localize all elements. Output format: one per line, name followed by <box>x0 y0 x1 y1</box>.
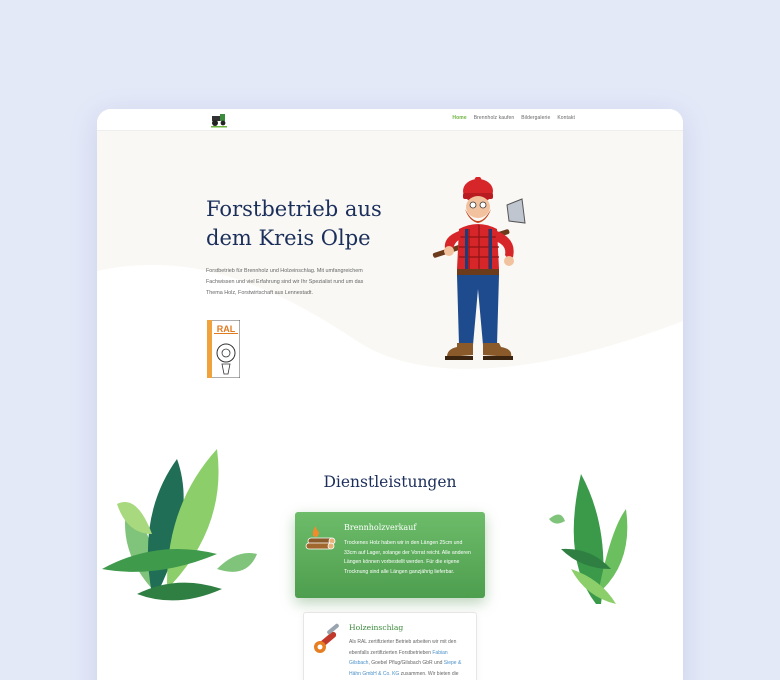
ral-label: RAL <box>217 324 236 334</box>
service-card-brennholzverkauf[interactable]: Brennholzverkauf Trockenes Holz haben wi… <box>295 512 485 598</box>
firewood-icon <box>305 526 336 550</box>
hero-title: Forstbetrieb aus dem Kreis Olpe <box>206 197 382 250</box>
service-text-holzeinschlag: Als RAL zertifizierter Betrieb arbeiten … <box>349 637 469 679</box>
main-menu: Home Brennholz kaufen Bildergalerie Kont… <box>452 115 575 121</box>
menu-item-bildergalerie[interactable]: Bildergalerie <box>521 115 550 121</box>
service-card-holzeinschlag[interactable]: Holzeinschlag Als RAL zertifizierter Bet… <box>303 612 477 680</box>
hero-section <box>97 131 683 401</box>
browser-frame: Home Brennholz kaufen Bildergalerie Kont… <box>97 109 683 680</box>
holzeinschlag-text-part2: , Goebel Pflug/Gilsbach GbR und <box>368 660 444 666</box>
service-title-brennholzverkauf: Brennholzverkauf <box>344 523 417 532</box>
menu-item-home[interactable]: Home <box>452 115 466 121</box>
menu-item-brennholz-kaufen[interactable]: Brennholz kaufen <box>474 115 515 121</box>
top-navigation: Home Brennholz kaufen Bildergalerie Kont… <box>97 109 683 131</box>
ral-quality-badge: RAL <box>207 320 240 378</box>
hero-intro-text: Forstbetrieb für Brennholz und Holzeinsc… <box>206 268 364 296</box>
holzeinschlag-text-part3: zusammen. Wir bieten die <box>399 670 459 677</box>
hero-wave-shape <box>97 264 683 401</box>
lumberjack-illustration <box>432 177 526 360</box>
service-text-brennholzverkauf: Trockenes Holz haben wir in den Längen 2… <box>344 540 471 575</box>
menu-item-kontakt[interactable]: Kontakt <box>557 115 575 121</box>
services-heading: Dienstleistungen <box>323 473 457 491</box>
decorative-leaves-left <box>102 449 257 601</box>
chainsaw-icon <box>314 623 339 653</box>
tractor-logo-icon[interactable] <box>209 113 229 128</box>
service-title-holzeinschlag: Holzeinschlag <box>349 623 404 632</box>
